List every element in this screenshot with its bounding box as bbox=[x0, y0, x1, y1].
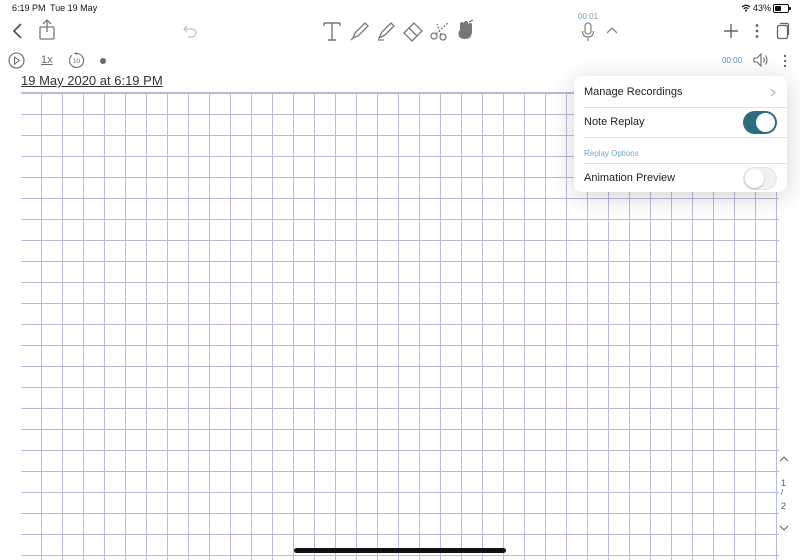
note-title[interactable]: 19 May 2020 at 6:19 PM bbox=[21, 73, 163, 88]
undo-icon[interactable] bbox=[183, 24, 197, 38]
page-separator: / bbox=[781, 488, 784, 497]
page-down-icon[interactable] bbox=[779, 525, 789, 532]
text-tool-icon[interactable] bbox=[322, 20, 342, 42]
status-bar: 6:19 PM Tue 19 May 43% bbox=[0, 0, 800, 16]
highlighter-tool-icon[interactable] bbox=[375, 20, 397, 42]
page-up-icon[interactable] bbox=[779, 455, 789, 462]
skip-back-seconds: 10 bbox=[73, 58, 81, 65]
home-indicator bbox=[294, 548, 506, 553]
note-replay-toggle[interactable] bbox=[743, 111, 777, 134]
audio-playback-bar: 10 bbox=[0, 50, 800, 72]
note-replay-label: Note Replay bbox=[584, 116, 645, 128]
eraser-tool-icon[interactable] bbox=[401, 20, 425, 42]
animation-preview-label: Animation Preview bbox=[584, 172, 676, 184]
hand-tool-icon[interactable] bbox=[455, 19, 475, 41]
status-date: Tue 19 May bbox=[50, 3, 98, 13]
record-dot-icon[interactable] bbox=[99, 57, 107, 65]
microphone-icon[interactable] bbox=[581, 22, 595, 42]
chevron-right-icon bbox=[770, 88, 776, 97]
recording-timer: 00:01 bbox=[578, 12, 599, 21]
status-time: 6:19 PM bbox=[12, 3, 46, 13]
current-page: 1 bbox=[781, 478, 787, 488]
add-icon[interactable] bbox=[723, 23, 739, 39]
share-icon[interactable] bbox=[38, 19, 56, 41]
replay-options-header: Replay Options bbox=[584, 149, 639, 158]
battery-icon bbox=[773, 4, 791, 13]
toolbar: 00:01 bbox=[0, 12, 800, 50]
recording-options-menu: Manage Recordings Note Replay Replay Opt… bbox=[574, 76, 787, 192]
chevron-up-icon[interactable] bbox=[606, 26, 618, 34]
animation-preview-toggle[interactable] bbox=[743, 167, 777, 190]
play-icon[interactable] bbox=[8, 52, 25, 69]
back-icon[interactable] bbox=[12, 23, 24, 39]
volume-icon[interactable] bbox=[752, 52, 770, 68]
more-vertical-icon[interactable] bbox=[754, 23, 760, 39]
wifi-icon bbox=[741, 4, 751, 12]
battery-percent: 43% bbox=[753, 3, 772, 13]
skip-back-icon[interactable]: 10 bbox=[68, 52, 85, 69]
manage-recordings-item[interactable]: Manage Recordings bbox=[574, 76, 787, 107]
playback-elapsed-time: 00:00 bbox=[722, 56, 743, 65]
playback-rate-button[interactable]: 1x bbox=[41, 54, 53, 66]
audio-more-icon[interactable] bbox=[782, 54, 788, 68]
page-navigator: 1 / 2 bbox=[777, 455, 791, 535]
total-pages: 2 bbox=[781, 501, 787, 511]
manage-recordings-label: Manage Recordings bbox=[584, 86, 683, 98]
pen-tool-icon[interactable] bbox=[349, 20, 371, 42]
pages-icon[interactable] bbox=[776, 22, 790, 40]
scissors-tool-icon[interactable] bbox=[428, 20, 452, 42]
